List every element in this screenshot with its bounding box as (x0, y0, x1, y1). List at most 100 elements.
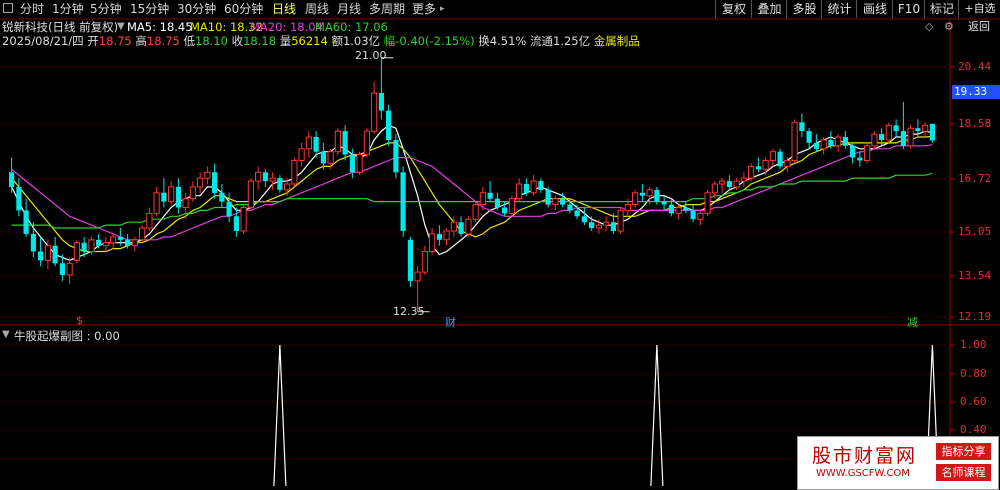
indicator-settings-icon[interactable]: ▼ (2, 329, 10, 340)
candle-body (603, 221, 610, 226)
candle-body (465, 218, 472, 235)
candle-body (494, 198, 500, 208)
candle-body (907, 127, 914, 147)
candle-body (9, 172, 15, 187)
change-value: 幅-0.40(-2.15%) (383, 34, 475, 48)
turnover-value: 换4.51% (478, 34, 527, 48)
reduce-holding-marker[interactable]: 减 (907, 314, 918, 330)
candle-body (59, 263, 65, 275)
candle-body (538, 181, 544, 190)
candle-body (799, 122, 805, 132)
amount-value: 额1.03亿 (331, 34, 381, 48)
dividend-marker[interactable]: $ (76, 314, 83, 327)
price-tick: 20.44 (958, 60, 992, 73)
indicator-tick: 0.60 (960, 395, 987, 408)
diamond-icon[interactable]: ◇ (925, 20, 933, 33)
candle-body (125, 239, 131, 246)
candle-body (168, 186, 175, 203)
price-tick: 13.54 (958, 269, 992, 282)
candle-body (334, 130, 341, 153)
candle-body (175, 186, 181, 208)
current-price-tag: 19.33 (952, 85, 1000, 99)
candle-body (545, 189, 551, 205)
candle-body (733, 180, 740, 188)
candle-body (820, 139, 827, 150)
candle-body (690, 210, 696, 220)
candle-body (704, 192, 711, 214)
candle-body (530, 180, 537, 194)
candle-body (806, 131, 812, 143)
candle-body (755, 166, 761, 170)
candle-body (255, 171, 262, 182)
candle-body (66, 262, 73, 276)
candle-body (52, 245, 58, 264)
candle-body (552, 198, 559, 206)
candle-body (784, 160, 791, 167)
candle-body (915, 128, 921, 132)
candle-body (146, 212, 153, 229)
candle-body (291, 160, 298, 185)
candle-body (697, 212, 704, 220)
candle-body (632, 192, 639, 206)
candle-body (661, 201, 667, 205)
candle-body (624, 204, 631, 212)
candle-body (96, 239, 102, 246)
candle-body (523, 184, 529, 193)
candle-body (639, 192, 645, 196)
price-tick: 15.05 (958, 225, 992, 238)
candle-body (44, 245, 51, 261)
price-tick: 18.58 (958, 117, 992, 130)
watermark-url: WWW.GSCFW.COM (816, 468, 910, 479)
candle-body (502, 207, 508, 214)
candle-body (885, 124, 892, 141)
watermark-badge: 股市财富网 WWW.GSCFW.COM 指标分享 名师课程 (797, 436, 999, 490)
candle-body (574, 210, 580, 217)
candle-body (284, 183, 291, 191)
volume-label: 量 (279, 34, 292, 48)
candle-body (204, 171, 211, 179)
candle-body (233, 216, 239, 231)
industry-value: 金属制品 (593, 34, 640, 48)
candle-body (879, 134, 885, 140)
finance-marker[interactable]: 财 (445, 314, 456, 330)
candle-body (487, 192, 493, 199)
watermark-tag-course: 名师课程 (936, 464, 991, 481)
candle-body (102, 242, 110, 247)
candle-body (269, 177, 276, 182)
candle-body (327, 151, 334, 164)
candle-body (182, 198, 189, 208)
candle-body (38, 251, 44, 261)
candle-body (429, 233, 436, 252)
candle-body (595, 224, 602, 229)
candle-body (320, 151, 326, 164)
indicator-spike (650, 344, 664, 487)
candle-body (828, 140, 834, 146)
indicator-tick: 0.80 (960, 367, 987, 380)
stock-name: 锐新科技(日线 前复权) (2, 20, 119, 34)
candle-body (842, 137, 848, 146)
float-value: 流通1.25亿 (530, 34, 591, 48)
candle-body (864, 145, 871, 162)
candle-body (363, 130, 370, 156)
candle-body (407, 239, 413, 281)
indicator-tick: 0.40 (960, 423, 987, 436)
candle-body (378, 93, 384, 111)
candle-body (139, 227, 146, 241)
price-tick: 12.19 (958, 310, 992, 323)
candle-body (813, 142, 819, 149)
high-label: 高 (135, 34, 147, 48)
settings-gear-icon[interactable]: ⚙ (944, 20, 954, 33)
candle-body (617, 209, 624, 232)
candle-body (421, 251, 428, 273)
candle-body (400, 172, 406, 231)
candle-body (567, 204, 573, 211)
indicator-spike (273, 344, 287, 487)
open-label: 开 (87, 34, 99, 48)
candle-body (356, 154, 363, 173)
candle-body (313, 137, 319, 152)
kline-chart[interactable] (0, 0, 1000, 490)
candle-body (791, 121, 798, 162)
candle-body (131, 239, 139, 247)
candle-body (30, 233, 36, 252)
candle-body (212, 172, 218, 193)
